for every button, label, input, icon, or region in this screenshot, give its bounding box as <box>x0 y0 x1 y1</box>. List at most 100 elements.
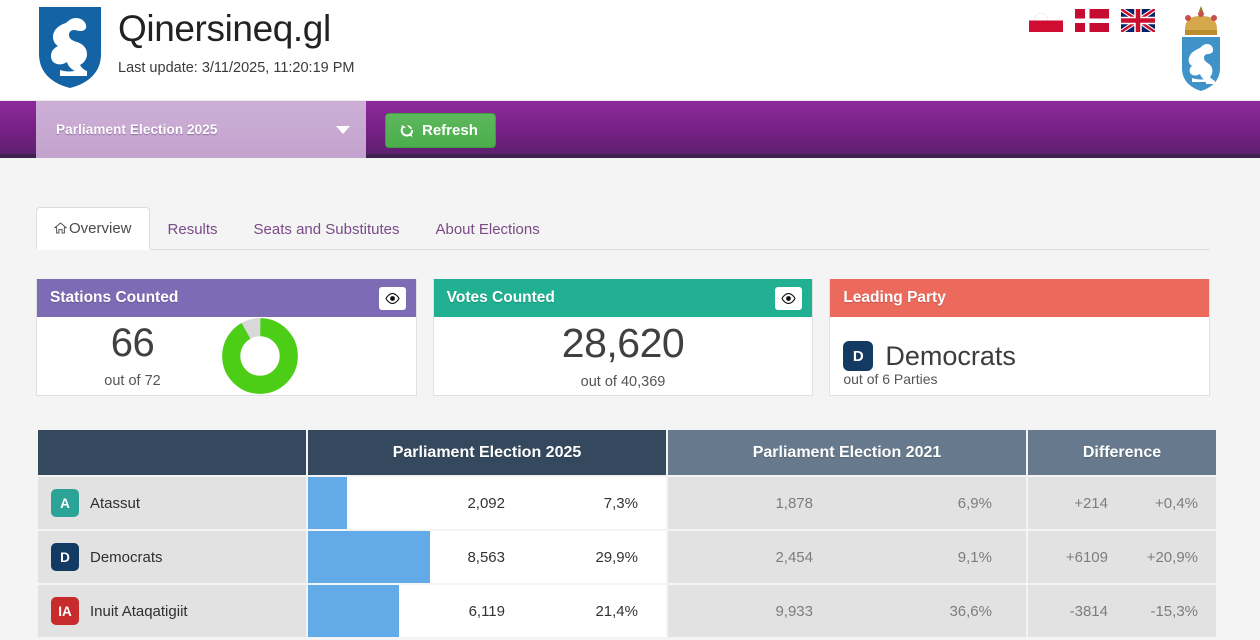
row-previous-cell: 1,878 6,9% <box>668 477 1026 529</box>
table-header-row: Parliament Election 2025 Parliament Elec… <box>38 430 1216 475</box>
tab-results-label: Results <box>167 221 218 238</box>
difference-percent: +0,4% <box>1155 494 1198 512</box>
difference-votes: +6109 <box>1065 548 1108 566</box>
table-header-current: Parliament Election 2025 <box>308 430 666 475</box>
current-votes: 8,563 <box>467 548 505 566</box>
card-votes-title: Votes Counted <box>446 289 555 306</box>
eye-glyph-icon <box>385 292 400 304</box>
table-header-party <box>38 430 306 475</box>
tab-about-elections[interactable]: About Elections <box>417 208 557 250</box>
row-current-cell: 8,563 29,9% <box>308 531 666 583</box>
card-votes-counted: Votes Counted 28,620 out of 40,369 <box>432 279 814 396</box>
card-stations-sub: out of 72 <box>104 373 161 389</box>
current-percent: 21,4% <box>595 602 638 620</box>
previous-votes: 2,454 <box>775 548 813 566</box>
summary-cards: Stations Counted 66 out of 72 Votes Coun… <box>36 279 1211 396</box>
leading-party-row: D Democrats <box>830 341 1016 372</box>
card-stations-header: Stations Counted <box>37 279 416 317</box>
leading-party-name: Democrats <box>885 340 1016 371</box>
eye-glyph-icon <box>781 292 796 304</box>
refresh-button-label: Refresh <box>422 122 478 139</box>
greenland-coat-of-arms-icon <box>39 7 101 88</box>
card-votes-body: 28,620 out of 40,369 <box>434 317 813 395</box>
card-stations-stat: 66 out of 72 <box>37 323 222 389</box>
current-percent: 29,9% <box>595 548 638 566</box>
refresh-icon <box>400 124 414 137</box>
last-update-text: Last update: 3/11/2025, 11:20:19 PM <box>118 59 355 76</box>
row-current-cell: 2,092 7,3% <box>308 477 666 529</box>
flag-uk-icon <box>1121 9 1155 32</box>
eye-icon[interactable] <box>775 286 803 310</box>
table-header-previous: Parliament Election 2021 <box>668 430 1026 475</box>
tab-seats-and-substitutes[interactable]: Seats and Substitutes <box>236 208 418 250</box>
home-icon <box>53 222 68 234</box>
card-votes-header: Votes Counted <box>433 279 813 317</box>
current-votes: 6,119 <box>468 602 505 620</box>
previous-percent: 9,1% <box>957 548 992 566</box>
row-difference-cell: +6109 +20,9% <box>1028 531 1216 583</box>
card-votes-value: 28,620 <box>561 319 685 366</box>
language-flags <box>1029 9 1155 32</box>
card-leading-party: Leading Party D Democrats out of 6 Parti… <box>829 279 1211 396</box>
eye-icon[interactable] <box>378 286 406 310</box>
flag-greenland-button[interactable] <box>1029 9 1063 32</box>
difference-percent: +20,9% <box>1146 548 1198 566</box>
tab-results[interactable]: Results <box>150 208 236 250</box>
stations-donut-chart <box>222 318 298 394</box>
brand: Qinersineq.gl Last update: 3/11/2025, 11… <box>36 4 354 90</box>
election-select[interactable]: Parliament Election 2025 <box>36 101 366 158</box>
table-header-difference: Difference <box>1028 430 1216 475</box>
card-leading-sub: out of 6 Parties <box>843 371 938 387</box>
row-difference-cell: +214 +0,4% <box>1028 477 1216 529</box>
card-leading-title: Leading Party <box>843 289 946 306</box>
refresh-button[interactable]: Refresh <box>385 113 496 148</box>
page-title: Qinersineq.gl <box>118 8 331 49</box>
party-badge: D <box>51 543 79 571</box>
tab-overview[interactable]: Overview <box>36 207 150 250</box>
row-difference-cell: -3814 -15,3% <box>1028 585 1216 637</box>
party-name: Atassut <box>90 494 141 512</box>
flag-greenland-icon <box>1029 9 1063 32</box>
tab-about-label: About Elections <box>435 221 540 238</box>
action-bar: Parliament Election 2025 Refresh <box>0 101 1260 158</box>
party-name: Inuit Ataqatigiit <box>90 602 188 620</box>
table-row[interactable]: D Democrats 8,563 29,9% 2,454 9,1% +6109 +20,9% <box>38 531 1216 583</box>
table-row[interactable]: IA Inuit Ataqatigiit 6,119 21,4% 9,933 36,6% -… <box>38 585 1216 637</box>
previous-votes: 9,933 <box>775 602 813 620</box>
site-header: Qinersineq.gl Last update: 3/11/2025, 11… <box>0 0 1260 101</box>
previous-votes: 1,878 <box>775 494 813 512</box>
card-stations-body: 66 out of 72 <box>37 317 416 395</box>
difference-votes: +214 <box>1074 494 1108 512</box>
row-current-cell: 6,119 21,4% <box>308 585 666 637</box>
party-badge: IA <box>51 597 79 625</box>
current-votes: 2,092 <box>467 494 505 512</box>
row-party-cell: A Atassut <box>38 477 306 529</box>
flag-denmark-button[interactable] <box>1075 9 1109 32</box>
card-votes-sub: out of 40,369 <box>580 373 666 390</box>
difference-votes: -3814 <box>1069 602 1108 620</box>
card-leading-header: Leading Party <box>830 279 1210 317</box>
row-party-cell: IA Inuit Ataqatigiit <box>38 585 306 637</box>
card-leading-body: D Democrats out of 6 Parties <box>830 317 1209 395</box>
card-stations-title: Stations Counted <box>50 289 179 306</box>
tab-list: Overview Results Seats and Substitutes A… <box>36 203 1210 250</box>
party-badge: D <box>843 341 874 371</box>
party-badge: A <box>51 489 79 517</box>
tab-overview-label: Overview <box>69 220 132 237</box>
party-name: Democrats <box>90 548 163 566</box>
flag-uk-button[interactable] <box>1121 9 1155 32</box>
row-party-cell: D Democrats <box>38 531 306 583</box>
tab-seats-label: Seats and Substitutes <box>253 221 400 238</box>
current-percent: 7,3% <box>603 494 638 512</box>
tabs-container: Overview Results Seats and Substitutes A… <box>36 203 1210 250</box>
previous-percent: 36,6% <box>949 602 992 620</box>
chevron-down-icon <box>336 125 350 134</box>
results-table-container: Parliament Election 2025 Parliament Elec… <box>36 428 1216 639</box>
table-row[interactable]: A Atassut 2,092 7,3% 1,878 6,9% +214 +0,4% <box>38 477 1216 529</box>
card-stations-value: 66 <box>110 321 155 365</box>
difference-percent: -15,3% <box>1150 602 1198 620</box>
results-table: Parliament Election 2025 Parliament Elec… <box>36 428 1218 639</box>
row-previous-cell: 2,454 9,1% <box>668 531 1026 583</box>
row-previous-cell: 9,933 36,6% <box>668 585 1026 637</box>
previous-percent: 6,9% <box>957 494 992 512</box>
